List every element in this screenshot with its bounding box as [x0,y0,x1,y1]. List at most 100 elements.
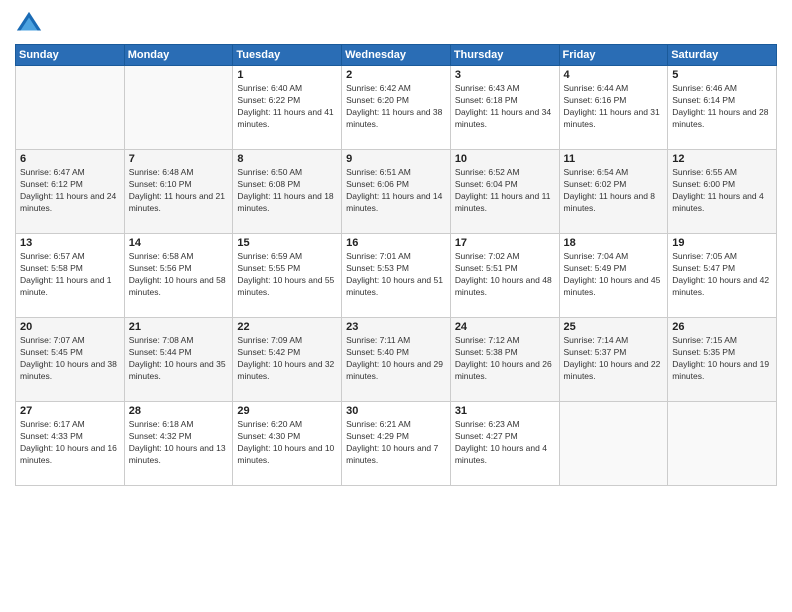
day-number: 7 [129,153,229,165]
day-number: 19 [672,237,772,249]
day-number: 18 [564,237,664,249]
calendar-cell: 1Sunrise: 6:40 AMSunset: 6:22 PMDaylight… [233,66,342,150]
calendar-cell: 3Sunrise: 6:43 AMSunset: 6:18 PMDaylight… [450,66,559,150]
day-number: 22 [237,321,337,333]
calendar-cell: 14 Sunrise: 6:58 AMSunset: 5:56 PMDayligh… [124,234,233,318]
cell-info: Sunrise: 7:08 AMSunset: 5:44 PMDaylight:… [129,335,229,383]
calendar-cell [668,402,777,486]
calendar-week-1: 6 Sunrise: 6:47 AMSunset: 6:12 PMDaylight… [16,150,777,234]
cell-info: Sunrise: 6:48 AMSunset: 6:10 PMDaylight:… [129,167,229,215]
day-number: 20 [20,321,120,333]
day-number: 4 [564,69,664,81]
calendar-cell: 5Sunrise: 6:46 AMSunset: 6:14 PMDaylight… [668,66,777,150]
calendar-week-3: 20 Sunrise: 7:07 AMSunset: 5:45 PMDayligh… [16,318,777,402]
calendar-cell: 15Sunrise: 6:59 AMSunset: 5:55 PMDayligh… [233,234,342,318]
calendar-week-0: 1Sunrise: 6:40 AMSunset: 6:22 PMDaylight… [16,66,777,150]
cell-info: Sunrise: 7:09 AMSunset: 5:42 PMDaylight:… [237,335,337,383]
day-number: 21 [129,321,229,333]
calendar-cell: 13Sunrise: 6:57 AMSunset: 5:58 PMDayligh… [16,234,125,318]
cell-info: Sunrise: 6:44 AMSunset: 6:16 PMDaylight:… [564,83,664,131]
day-number: 23 [346,321,446,333]
calendar-table: SundayMondayTuesdayWednesdayThursdayFrid… [15,44,777,486]
calendar-header-wednesday: Wednesday [342,45,451,66]
calendar-cell: 30 Sunrise: 6:21 AMSunset: 4:29 PMDayligh… [342,402,451,486]
calendar-cell: 21 Sunrise: 7:08 AMSunset: 5:44 PMDayligh… [124,318,233,402]
page: SundayMondayTuesdayWednesdayThursdayFrid… [0,0,792,612]
calendar-cell: 27 Sunrise: 6:17 AMSunset: 4:33 PMDayligh… [16,402,125,486]
calendar-cell: 22 Sunrise: 7:09 AMSunset: 5:42 PMDayligh… [233,318,342,402]
cell-info: Sunrise: 6:52 AMSunset: 6:04 PMDaylight:… [455,167,555,215]
calendar-cell: 9 Sunrise: 6:51 AMSunset: 6:06 PMDaylight… [342,150,451,234]
calendar-header-monday: Monday [124,45,233,66]
day-number: 10 [455,153,555,165]
header [15,10,777,38]
day-number: 9 [346,153,446,165]
day-number: 3 [455,69,555,81]
day-number: 12 [672,153,772,165]
cell-info: Sunrise: 7:12 AMSunset: 5:38 PMDaylight:… [455,335,555,383]
day-number: 29 [237,405,337,417]
calendar-cell [559,402,668,486]
calendar-cell: 26Sunrise: 7:15 AMSunset: 5:35 PMDayligh… [668,318,777,402]
day-number: 17 [455,237,555,249]
day-number: 6 [20,153,120,165]
cell-info: Sunrise: 6:18 AMSunset: 4:32 PMDaylight:… [129,419,229,467]
calendar-cell: 10 Sunrise: 6:52 AMSunset: 6:04 PMDayligh… [450,150,559,234]
cell-info: Sunrise: 6:51 AMSunset: 6:06 PMDaylight:… [346,167,446,215]
cell-info: Sunrise: 6:47 AMSunset: 6:12 PMDaylight:… [20,167,120,215]
calendar-header-row: SundayMondayTuesdayWednesdayThursdayFrid… [16,45,777,66]
calendar-header-tuesday: Tuesday [233,45,342,66]
calendar-cell: 24 Sunrise: 7:12 AMSunset: 5:38 PMDayligh… [450,318,559,402]
calendar-cell: 23 Sunrise: 7:11 AMSunset: 5:40 PMDayligh… [342,318,451,402]
calendar-cell [124,66,233,150]
calendar-header-thursday: Thursday [450,45,559,66]
calendar-header-saturday: Saturday [668,45,777,66]
cell-info: Sunrise: 6:17 AMSunset: 4:33 PMDaylight:… [20,419,120,467]
day-number: 14 [129,237,229,249]
calendar-header-friday: Friday [559,45,668,66]
cell-info: Sunrise: 6:55 AMSunset: 6:00 PMDaylight:… [672,167,772,215]
cell-info: Sunrise: 6:42 AMSunset: 6:20 PMDaylight:… [346,83,446,131]
calendar-cell: 17 Sunrise: 7:02 AMSunset: 5:51 PMDayligh… [450,234,559,318]
day-number: 15 [237,237,337,249]
calendar-cell: 28Sunrise: 6:18 AMSunset: 4:32 PMDayligh… [124,402,233,486]
day-number: 30 [346,405,446,417]
calendar-cell: 8 Sunrise: 6:50 AMSunset: 6:08 PMDaylight… [233,150,342,234]
cell-info: Sunrise: 6:50 AMSunset: 6:08 PMDaylight:… [237,167,337,215]
logo-icon [15,10,43,38]
calendar-week-4: 27 Sunrise: 6:17 AMSunset: 4:33 PMDayligh… [16,402,777,486]
day-number: 27 [20,405,120,417]
logo [15,10,47,38]
day-number: 24 [455,321,555,333]
calendar-header-sunday: Sunday [16,45,125,66]
calendar-cell: 4 Sunrise: 6:44 AMSunset: 6:16 PMDaylight… [559,66,668,150]
cell-info: Sunrise: 6:57 AMSunset: 5:58 PMDaylight:… [20,251,120,299]
calendar-cell: 25Sunrise: 7:14 AMSunset: 5:37 PMDayligh… [559,318,668,402]
calendar-cell: 11 Sunrise: 6:54 AMSunset: 6:02 PMDayligh… [559,150,668,234]
day-number: 11 [564,153,664,165]
calendar-week-2: 13Sunrise: 6:57 AMSunset: 5:58 PMDayligh… [16,234,777,318]
calendar-cell: 31 Sunrise: 6:23 AMSunset: 4:27 PMDayligh… [450,402,559,486]
calendar-cell: 12 Sunrise: 6:55 AMSunset: 6:00 PMDayligh… [668,150,777,234]
calendar-cell: 7 Sunrise: 6:48 AMSunset: 6:10 PMDaylight… [124,150,233,234]
day-number: 5 [672,69,772,81]
day-number: 26 [672,321,772,333]
cell-info: Sunrise: 6:20 AMSunset: 4:30 PMDaylight:… [237,419,337,467]
day-number: 31 [455,405,555,417]
cell-info: Sunrise: 6:23 AMSunset: 4:27 PMDaylight:… [455,419,555,467]
calendar-cell: 20 Sunrise: 7:07 AMSunset: 5:45 PMDayligh… [16,318,125,402]
cell-info: Sunrise: 7:02 AMSunset: 5:51 PMDaylight:… [455,251,555,299]
cell-info: Sunrise: 7:07 AMSunset: 5:45 PMDaylight:… [20,335,120,383]
day-number: 2 [346,69,446,81]
cell-info: Sunrise: 6:58 AMSunset: 5:56 PMDaylight:… [129,251,229,299]
calendar-cell: 18Sunrise: 7:04 AMSunset: 5:49 PMDayligh… [559,234,668,318]
cell-info: Sunrise: 6:21 AMSunset: 4:29 PMDaylight:… [346,419,446,467]
calendar-cell [16,66,125,150]
calendar-cell: 19 Sunrise: 7:05 AMSunset: 5:47 PMDayligh… [668,234,777,318]
cell-info: Sunrise: 7:05 AMSunset: 5:47 PMDaylight:… [672,251,772,299]
day-number: 8 [237,153,337,165]
cell-info: Sunrise: 6:54 AMSunset: 6:02 PMDaylight:… [564,167,664,215]
calendar-cell: 16Sunrise: 7:01 AMSunset: 5:53 PMDayligh… [342,234,451,318]
cell-info: Sunrise: 7:01 AMSunset: 5:53 PMDaylight:… [346,251,446,299]
cell-info: Sunrise: 7:11 AMSunset: 5:40 PMDaylight:… [346,335,446,383]
